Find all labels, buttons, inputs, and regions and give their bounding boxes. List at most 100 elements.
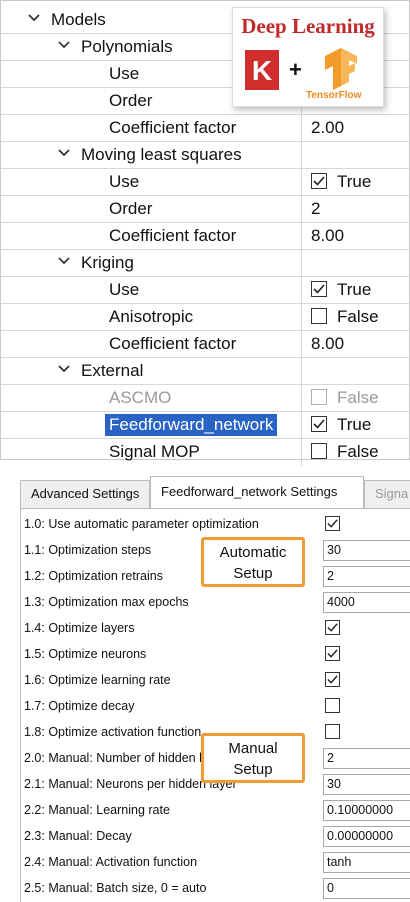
use-checkbox[interactable]	[311, 173, 327, 189]
tree-row-ascmo: ASCMO False	[1, 385, 410, 412]
logo-plus: +	[289, 57, 302, 82]
setting-checkbox[interactable]	[325, 698, 340, 713]
settings-row: 1.4: Optimize layers	[21, 616, 410, 642]
setting-checkbox[interactable]	[325, 724, 340, 739]
use-value: True	[337, 172, 372, 191]
manual-setup-callout: Manual Setup	[201, 733, 305, 783]
setting-label: 1.3: Optimization max epochs	[24, 595, 189, 609]
column-divider	[301, 304, 302, 330]
anisotropic-checkbox[interactable]	[311, 308, 327, 324]
tree-row-feedforward-network[interactable]: Feedforward_network True	[1, 412, 410, 439]
settings-row: 1.6: Optimize learning rate	[21, 668, 410, 694]
setting-value-field[interactable]: 30	[323, 540, 410, 561]
settings-row: 2.5: Manual: Batch size, 0 = auto 0	[21, 876, 410, 902]
chevron-down-icon[interactable]	[57, 254, 71, 268]
tree-label-signal-mop: Signal MOP	[109, 442, 200, 461]
settings-tabs: Advanced Settings Feedforward_network Se…	[20, 476, 410, 508]
setting-label: 2.4: Manual: Activation function	[24, 855, 198, 869]
tree-label-order: Order	[109, 91, 153, 110]
signal-mop-checkbox[interactable]	[311, 443, 327, 459]
setting-label: 2.3: Manual: Decay	[24, 829, 132, 843]
setting-value-field[interactable]: 2	[323, 748, 410, 769]
tree-row-mls-coef[interactable]: Coefficient factor 8.00	[1, 223, 410, 250]
tree-row-mls[interactable]: Moving least squares	[1, 142, 410, 169]
tree-label-coefficient-factor: Coefficient factor	[109, 334, 237, 353]
logo-title: Deep Learning	[241, 14, 375, 38]
tree-label-order: Order	[109, 199, 153, 218]
tab-feedforward-network-settings[interactable]: Feedforward_network Settings	[150, 476, 364, 508]
coefficient-factor-value[interactable]: 8.00	[311, 226, 344, 246]
column-divider	[301, 358, 302, 384]
tree-row-mls-use[interactable]: Use True	[1, 169, 410, 196]
order-value[interactable]: 2	[311, 199, 320, 219]
ascmo-checkbox	[311, 389, 327, 405]
setting-value-field[interactable]: 0.10000000	[323, 800, 410, 821]
chevron-down-icon[interactable]	[57, 146, 71, 160]
callout-line: Setup	[233, 565, 273, 582]
tree-label-external: External	[81, 361, 144, 380]
setting-label: 1.0: Use automatic parameter optimizatio…	[24, 517, 259, 531]
setting-label: 1.6: Optimize learning rate	[24, 673, 171, 687]
anisotropic-value: False	[337, 307, 379, 326]
column-divider	[301, 142, 302, 168]
tree-label-moving-least-squares: Moving least squares	[81, 145, 242, 164]
feedforward-network-value: True	[337, 415, 372, 434]
callout-line: Automatic	[219, 544, 287, 561]
column-divider	[301, 250, 302, 276]
tree-label-use: Use	[109, 172, 140, 191]
tree-label-kriging: Kriging	[81, 253, 134, 272]
tree-row-kriging[interactable]: Kriging	[1, 250, 410, 277]
setting-value-field[interactable]: 2	[323, 566, 410, 587]
setting-checkbox[interactable]	[325, 646, 340, 661]
tree-row-kriging-aniso[interactable]: Anisotropic False	[1, 304, 410, 331]
settings-row: 1.5: Optimize neurons	[21, 642, 410, 668]
setting-value-field[interactable]: tanh	[323, 852, 410, 873]
setting-label: 1.4: Optimize layers	[24, 621, 135, 635]
chevron-down-icon[interactable]	[57, 38, 71, 52]
tree-label-feedforward-network[interactable]: Feedforward_network	[105, 414, 278, 436]
deep-learning-logo: Deep Learning K + TensorFlow	[232, 7, 384, 107]
column-divider	[301, 385, 302, 411]
setting-label: 1.2: Optimization retrains	[24, 569, 163, 583]
chevron-down-icon[interactable]	[27, 11, 41, 25]
tab-signal-mop-settings[interactable]: Signa	[364, 480, 410, 508]
settings-row: 2.3: Manual: Decay 0.00000000	[21, 824, 410, 850]
tab-advanced-settings[interactable]: Advanced Settings	[20, 480, 150, 508]
keras-logo-icon: K	[245, 50, 279, 90]
setting-label: 2.2: Manual: Learning rate	[24, 803, 170, 817]
setting-checkbox[interactable]	[325, 516, 340, 531]
setting-checkbox[interactable]	[325, 672, 340, 687]
tree-label-ascmo: ASCMO	[109, 388, 172, 407]
tree-row-kriging-coef[interactable]: Coefficient factor 8.00	[1, 331, 410, 358]
feedforward-network-checkbox[interactable]	[311, 416, 327, 432]
tree-row-poly-coef[interactable]: Coefficient factor 2.00	[1, 115, 410, 142]
use-checkbox[interactable]	[311, 281, 327, 297]
callout-line: Manual	[228, 740, 278, 757]
automatic-setup-callout: Automatic Setup	[201, 537, 305, 587]
setting-checkbox[interactable]	[325, 620, 340, 635]
setting-label: 2.5: Manual: Batch size, 0 = auto	[24, 881, 207, 895]
setting-value-field[interactable]: 0.00000000	[323, 826, 410, 847]
use-value: True	[337, 280, 372, 299]
setting-label: 1.1: Optimization steps	[24, 543, 152, 557]
signal-mop-value: False	[337, 442, 379, 461]
coefficient-factor-value[interactable]: 8.00	[311, 334, 344, 354]
tree-label-coefficient-factor: Coefficient factor	[109, 118, 237, 137]
settings-grid: 1.0: Use automatic parameter optimizatio…	[20, 508, 410, 902]
setting-value-field[interactable]: 30	[323, 774, 410, 795]
tree-row-signal-mop[interactable]: Signal MOP False	[1, 439, 410, 466]
coefficient-factor-value[interactable]: 2.00	[311, 118, 344, 138]
setting-value-field[interactable]: 4000	[323, 592, 410, 613]
tree-row-external[interactable]: External	[1, 358, 410, 385]
models-tree-panel: Models Polynomials Use Order Coefficient…	[0, 0, 410, 466]
tree-row-mls-order[interactable]: Order 2	[1, 196, 410, 223]
settings-row: 1.0: Use automatic parameter optimizatio…	[21, 512, 410, 538]
column-divider	[301, 412, 302, 438]
column-divider	[301, 196, 302, 222]
setting-label: 1.5: Optimize neurons	[24, 647, 147, 661]
setting-value-field[interactable]: 0	[323, 878, 410, 899]
chevron-down-icon[interactable]	[57, 362, 71, 376]
tree-row-kriging-use[interactable]: Use True	[1, 277, 410, 304]
column-divider	[301, 277, 302, 303]
settings-row: 2.2: Manual: Learning rate 0.10000000	[21, 798, 410, 824]
